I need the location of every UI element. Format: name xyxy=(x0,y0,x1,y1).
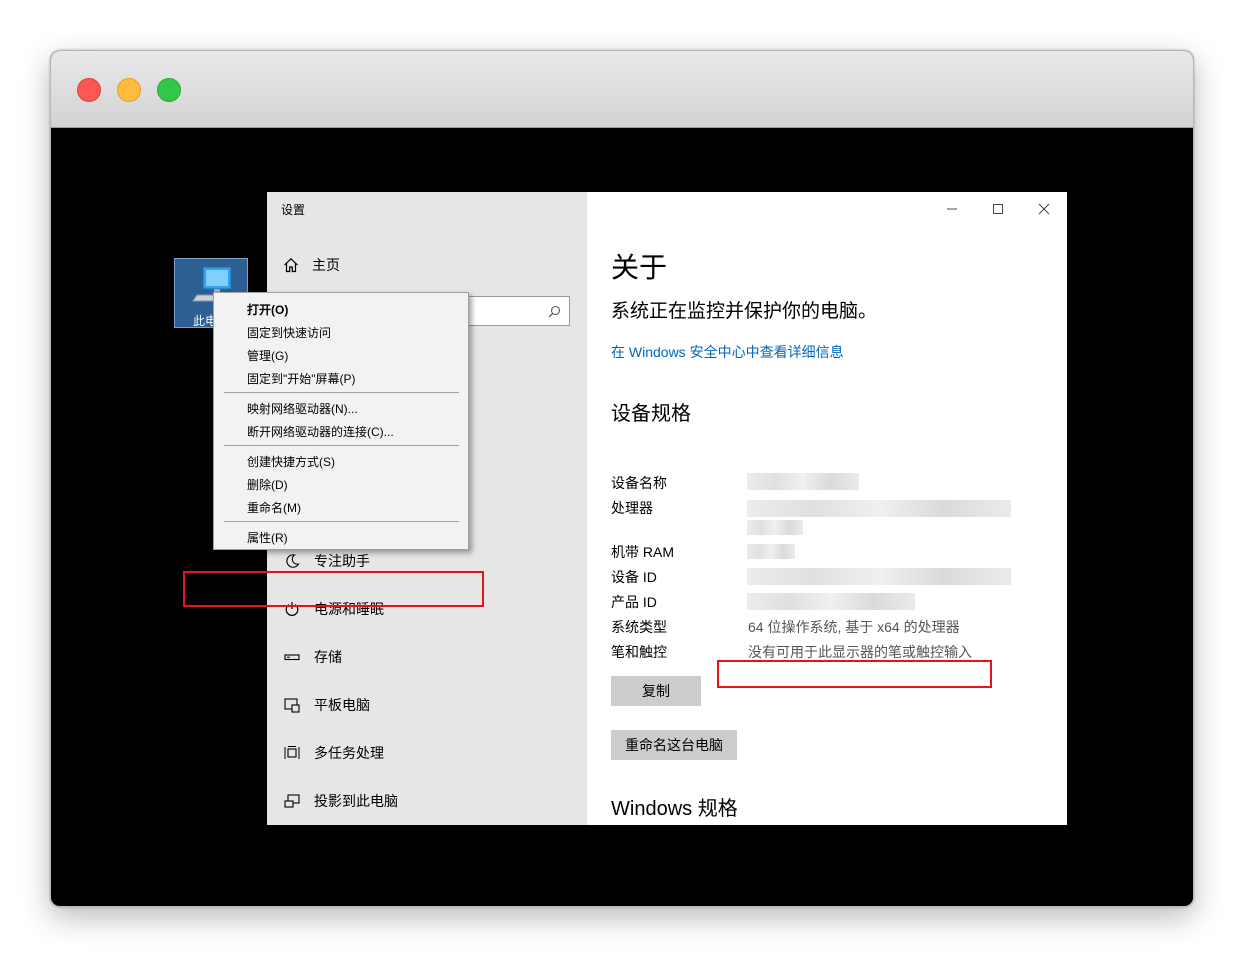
nav-item-focus-assist[interactable]: 专注助手 xyxy=(283,550,370,572)
system-type-highlight-box xyxy=(717,660,992,688)
minimize-icon xyxy=(947,208,957,210)
spec-label-system-type: 系统类型 xyxy=(611,619,667,635)
copy-button[interactable]: 复制 xyxy=(611,676,701,706)
storage-icon xyxy=(283,648,301,666)
menu-item-manage[interactable]: 管理(G) xyxy=(247,347,288,364)
blurred-processor-line2 xyxy=(747,520,803,535)
nav-home[interactable]: 主页 xyxy=(283,254,340,276)
menu-divider xyxy=(224,521,459,522)
blurred-ram xyxy=(747,544,795,559)
menu-item-delete[interactable]: 删除(D) xyxy=(247,476,288,493)
spec-label-device-id: 设备 ID xyxy=(611,569,657,585)
search-icon xyxy=(548,305,561,318)
minimize-traffic-light[interactable] xyxy=(117,78,141,102)
close-traffic-light[interactable] xyxy=(77,78,101,102)
nav-item-label: 存储 xyxy=(314,649,342,665)
blurred-processor xyxy=(747,500,1011,517)
close-button[interactable] xyxy=(1021,196,1067,222)
minimize-button[interactable] xyxy=(929,196,975,222)
menu-item-create-shortcut[interactable]: 创建快捷方式(S) xyxy=(247,453,335,470)
spec-label-product-id: 产品 ID xyxy=(611,594,657,610)
spec-label-pen-touch: 笔和触控 xyxy=(611,644,667,660)
nav-item-label: 投影到此电脑 xyxy=(314,793,398,809)
blurred-product-id xyxy=(747,593,915,610)
menu-item-pin-start[interactable]: 固定到"开始"屏幕(P) xyxy=(247,370,356,387)
device-spec-heading: 设备规格 xyxy=(611,403,691,425)
menu-item-pin-quick-access[interactable]: 固定到快速访问 xyxy=(247,324,331,341)
menu-item-disconnect-drive[interactable]: 断开网络驱动器的连接(C)... xyxy=(247,423,394,440)
multitask-icon xyxy=(283,744,301,762)
project-icon xyxy=(283,792,301,810)
nav-item-project[interactable]: 投影到此电脑 xyxy=(283,790,398,812)
spec-label-device-name: 设备名称 xyxy=(611,475,667,491)
maximize-button[interactable] xyxy=(975,196,1021,222)
mac-titlebar xyxy=(51,51,1193,128)
menu-item-rename[interactable]: 重命名(M) xyxy=(247,499,301,516)
mac-window: 此电 设置 主页 专注助手 电源和睡眠 存储 平板电脑 多任务处理 投影到此电脑… xyxy=(50,50,1194,907)
spec-label-ram: 机带 RAM xyxy=(611,544,674,560)
rename-pc-button[interactable]: 重命名这台电脑 xyxy=(611,730,737,760)
about-content: 关于 系统正在监控并保护你的电脑。 在 Windows 安全中心中查看详细信息 … xyxy=(587,192,1067,825)
spec-value-pen-touch: 没有可用于此显示器的笔或触控输入 xyxy=(748,644,972,660)
properties-highlight-box xyxy=(183,571,484,607)
spec-label-processor: 处理器 xyxy=(611,500,653,516)
nav-item-tablet[interactable]: 平板电脑 xyxy=(283,694,370,716)
menu-item-properties[interactable]: 属性(R) xyxy=(247,529,288,546)
window-title: 设置 xyxy=(281,203,306,217)
close-icon xyxy=(1038,203,1050,215)
nav-item-label: 平板电脑 xyxy=(314,697,370,713)
windows-spec-heading: Windows 规格 xyxy=(611,798,738,820)
maximize-icon xyxy=(993,204,1003,214)
spec-value-system-type: 64 位操作系统, 基于 x64 的处理器 xyxy=(748,619,960,635)
tablet-icon xyxy=(283,696,301,714)
menu-item-open[interactable]: 打开(O) xyxy=(247,301,288,318)
menu-divider xyxy=(224,445,459,446)
nav-home-label: 主页 xyxy=(312,257,340,273)
nav-item-label: 专注助手 xyxy=(314,553,370,569)
blurred-device-id xyxy=(747,568,1011,585)
blurred-device-name xyxy=(747,473,859,490)
page-title: 关于 xyxy=(611,252,668,283)
menu-divider xyxy=(224,392,459,393)
desktop-screen: 此电 设置 主页 专注助手 电源和睡眠 存储 平板电脑 多任务处理 投影到此电脑… xyxy=(51,128,1193,906)
home-icon xyxy=(284,257,298,273)
moon-icon xyxy=(283,552,301,570)
protection-status: 系统正在监控并保护你的电脑。 xyxy=(611,301,878,322)
nav-item-multitasking[interactable]: 多任务处理 xyxy=(283,742,384,764)
context-menu: 打开(O) 固定到快速访问 管理(G) 固定到"开始"屏幕(P) 映射网络驱动器… xyxy=(213,292,469,550)
security-center-link[interactable]: 在 Windows 安全中心中查看详细信息 xyxy=(611,342,844,362)
nav-item-label: 多任务处理 xyxy=(314,745,384,761)
maximize-traffic-light[interactable] xyxy=(157,78,181,102)
menu-item-map-drive[interactable]: 映射网络驱动器(N)... xyxy=(247,400,358,417)
nav-item-storage[interactable]: 存储 xyxy=(283,646,342,668)
